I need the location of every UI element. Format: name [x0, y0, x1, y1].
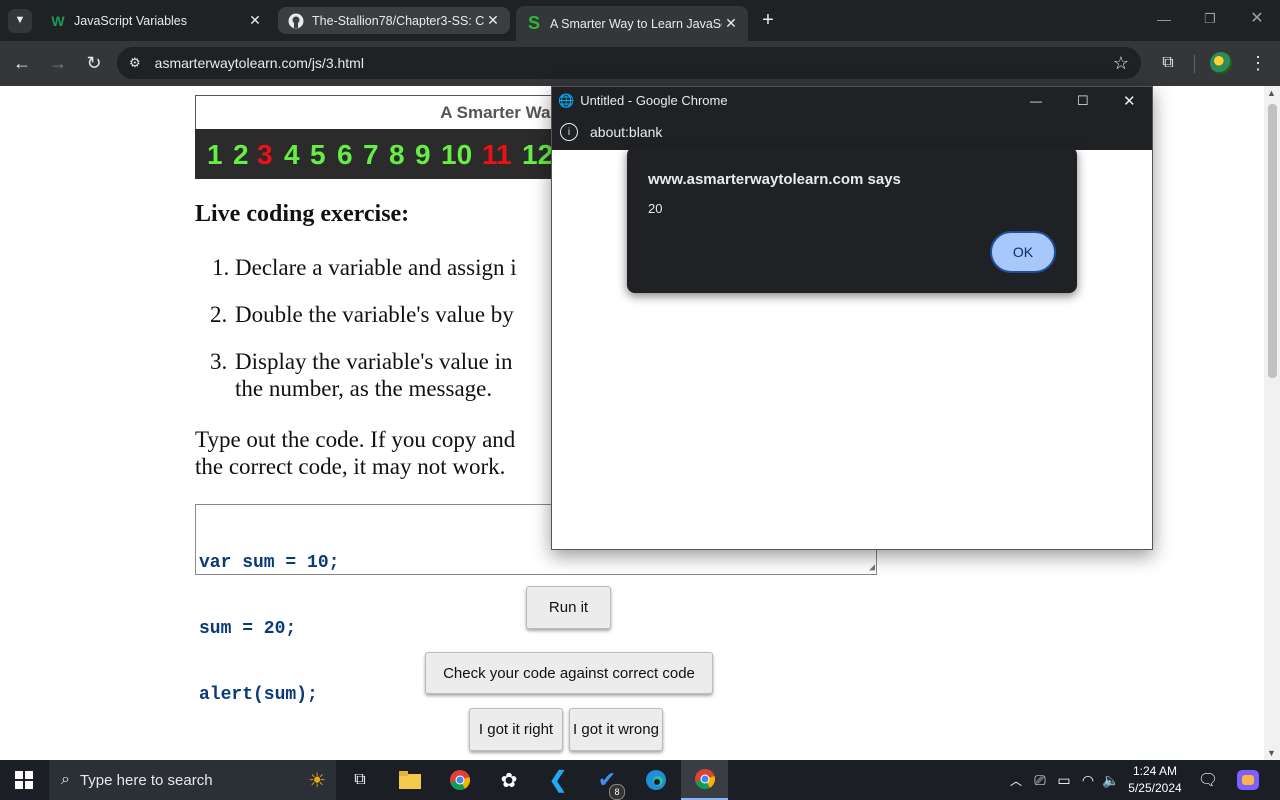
- tab-javascript-variables[interactable]: W JavaScript Variables ✕: [40, 7, 272, 34]
- copilot-icon[interactable]: [1234, 766, 1262, 794]
- close-window-icon[interactable]: ✕: [1245, 8, 1269, 32]
- chapter-link-5[interactable]: 5: [310, 139, 326, 171]
- reload-icon[interactable]: ↻: [82, 52, 106, 76]
- vscode-icon[interactable]: ❮: [544, 766, 572, 794]
- clock-time: 1:24 AM: [1132, 764, 1178, 778]
- back-icon[interactable]: ←: [10, 52, 34, 76]
- scroll-thumb[interactable]: [1268, 104, 1277, 378]
- chapter-link-1[interactable]: 1: [207, 139, 223, 171]
- bookmark-star-icon[interactable]: ☆: [1113, 53, 1129, 74]
- code-line: var sum = 10;: [199, 553, 340, 573]
- notification-badge: 8: [609, 784, 625, 800]
- tab-smarter-way[interactable]: S A Smarter Way to Learn JavaScri ✕: [516, 6, 748, 41]
- chatgpt-icon[interactable]: ✿: [495, 766, 523, 794]
- step-text: Double the variable's value by: [235, 302, 514, 327]
- instructions-line: the correct code, it may not work.: [195, 454, 506, 479]
- menu-kebab-icon[interactable]: ⋮: [1246, 52, 1270, 76]
- exercise-heading: Live coding exercise:: [195, 201, 410, 227]
- step-number: 3.: [210, 349, 228, 374]
- browser-toolbar: ← → ↻ ⚙ asmarterwaytolearn.com/js/3.html…: [0, 41, 1280, 86]
- url-text: asmarterwaytolearn.com/js/3.html: [154, 55, 364, 71]
- alert-origin: www.asmarterwaytolearn.com says: [648, 171, 901, 188]
- check-code-button[interactable]: Check your code against correct code: [425, 652, 713, 694]
- notifications-icon[interactable]: 🗨: [1194, 766, 1222, 794]
- step-text-continued: the number, as the message.: [235, 376, 493, 401]
- info-icon[interactable]: i: [560, 123, 578, 141]
- globe-icon: 🌐: [558, 92, 575, 108]
- clock-date: 5/25/2024: [1128, 781, 1182, 795]
- got-it-right-button[interactable]: I got it right: [469, 708, 563, 751]
- search-icon: ⌕: [61, 771, 70, 788]
- chapter-link-2[interactable]: 2: [233, 139, 249, 171]
- restore-icon[interactable]: ❐: [1198, 8, 1222, 32]
- extensions-icon[interactable]: ⧉: [1156, 52, 1180, 76]
- alert-message: 20: [648, 201, 663, 216]
- site-info-icon[interactable]: ⚙: [129, 55, 141, 71]
- chapter-link-7[interactable]: 7: [363, 139, 379, 171]
- search-highlight-icon: ☀: [308, 769, 326, 792]
- popup-title-text: Untitled - Google Chrome: [580, 93, 728, 108]
- page-scrollbar[interactable]: ▲ ▼: [1264, 86, 1280, 760]
- forward-icon[interactable]: →: [46, 52, 70, 76]
- tab-search-button[interactable]: ▼: [8, 9, 32, 33]
- popup-url-text: about:blank: [590, 124, 663, 140]
- chapter-link-6[interactable]: 6: [337, 139, 353, 171]
- resize-handle-icon[interactable]: ◢: [869, 564, 875, 574]
- chapter-link-8[interactable]: 8: [389, 139, 405, 171]
- step-text: Display the variable's value in: [235, 349, 513, 374]
- popup-close-icon[interactable]: ✕: [1123, 92, 1136, 110]
- chapter-link-10[interactable]: 10: [441, 139, 472, 171]
- file-explorer-icon[interactable]: [396, 766, 424, 794]
- chapter-link-12[interactable]: 12: [522, 139, 553, 171]
- got-it-wrong-button[interactable]: I got it wrong: [569, 708, 663, 751]
- scroll-down-arrow-icon[interactable]: ▼: [1267, 748, 1276, 758]
- step-number: 1.: [212, 255, 230, 280]
- close-tab-icon[interactable]: ✕: [246, 12, 264, 29]
- popup-url-bar: i about:blank: [552, 114, 1152, 150]
- clock[interactable]: 1:24 AM 5/25/2024: [1124, 763, 1186, 797]
- run-it-button[interactable]: Run it: [526, 586, 611, 629]
- chapter-link-11[interactable]: 11: [482, 139, 512, 171]
- instructions-line: Type out the code. If you copy and: [195, 427, 516, 452]
- chapter-link-4[interactable]: 4: [284, 139, 300, 171]
- toolbar-divider: [1194, 55, 1195, 73]
- ok-button[interactable]: OK: [990, 231, 1056, 273]
- address-bar[interactable]: ⚙ asmarterwaytolearn.com/js/3.html ☆: [117, 47, 1141, 79]
- github-icon: [288, 13, 304, 29]
- tab-github[interactable]: The-Stallion78/Chapter3-SS: Ch ✕: [278, 7, 510, 34]
- volume-icon[interactable]: 🔈: [1097, 766, 1125, 794]
- new-tab-icon[interactable]: +: [758, 8, 778, 32]
- s-logo-icon: S: [527, 13, 540, 33]
- w-logo-icon: W: [51, 12, 65, 29]
- todo-icon[interactable]: ✔ 8: [593, 766, 625, 800]
- chapter-link-3[interactable]: 3: [257, 139, 273, 171]
- task-view-icon[interactable]: ⧉: [346, 766, 374, 794]
- step-text: Declare a variable and assign i: [235, 255, 517, 280]
- popup-title-bar: 🌐 Untitled - Google Chrome — ☐ ✕: [552, 87, 1152, 114]
- step-number: 2.: [210, 302, 228, 327]
- popup-minimize-icon[interactable]: —: [1030, 94, 1042, 108]
- windows-start-icon[interactable]: [10, 766, 38, 794]
- minimize-icon[interactable]: —: [1152, 8, 1176, 32]
- tab-strip: ▼ W JavaScript Variables ✕ The-Stallion7…: [0, 0, 1280, 41]
- chrome-icon[interactable]: [446, 766, 474, 794]
- scroll-up-arrow-icon[interactable]: ▲: [1267, 88, 1276, 98]
- edge-icon[interactable]: [642, 766, 670, 794]
- chapter-link-9[interactable]: 9: [415, 139, 431, 171]
- close-tab-icon[interactable]: ✕: [722, 15, 740, 32]
- profile-avatar[interactable]: [1210, 52, 1232, 74]
- chrome-active-icon[interactable]: [681, 760, 728, 800]
- taskbar-search-input[interactable]: ⌕ Type here to search ☀: [49, 760, 336, 800]
- alert-dialog: www.asmarterwaytolearn.com says 20 OK: [627, 147, 1077, 293]
- popup-maximize-icon[interactable]: ☐: [1077, 93, 1089, 109]
- close-tab-icon[interactable]: ✕: [484, 12, 502, 29]
- windows-taskbar: ⌕ Type here to search ☀ ⧉ ✿ ❮ ✔ 8 ︿ ⎚ ▭ …: [0, 760, 1280, 800]
